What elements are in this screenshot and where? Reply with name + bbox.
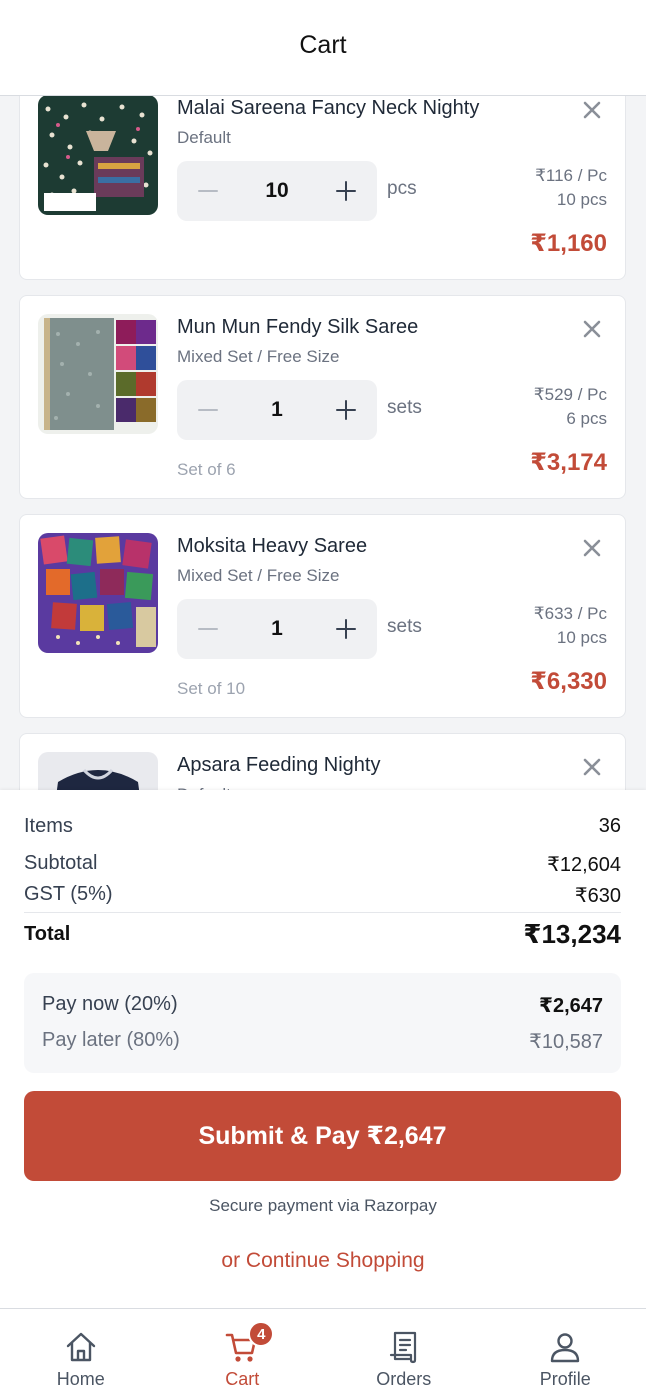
quantity-unit: sets: [387, 616, 422, 637]
nav-home-label: Home: [56, 1369, 105, 1389]
quantity-stepper: 1: [177, 599, 377, 659]
product-thumbnail[interactable]: [38, 314, 158, 434]
increase-button[interactable]: [333, 397, 359, 423]
nav-orders-label: Orders: [376, 1369, 432, 1389]
pay-now-value: ₹2,647: [539, 995, 603, 1017]
set-size-note: Set of 10: [177, 679, 246, 698]
item-variant: Mixed Set / Free Size: [177, 566, 340, 585]
total-value: ₹13,234: [523, 919, 621, 949]
gst-label: GST (5%): [24, 883, 113, 905]
subtotal-label: Subtotal: [24, 852, 98, 874]
nav-profile-label: Profile: [539, 1369, 591, 1389]
subtotal-row: Subtotal ₹12,604: [24, 852, 621, 877]
close-icon: [583, 101, 601, 119]
pay-later-value: ₹10,587: [529, 1031, 603, 1053]
items-count: 36: [598, 815, 621, 837]
increase-button[interactable]: [333, 616, 359, 642]
plus-icon: [336, 400, 356, 420]
page-title: Cart: [299, 31, 347, 59]
remove-item-button[interactable]: [579, 754, 605, 780]
quantity-value: 10: [265, 179, 289, 202]
product-thumbnail[interactable]: [38, 533, 158, 653]
piece-count: 10 pcs: [556, 628, 607, 647]
line-total: ₹1,160: [530, 230, 607, 257]
nav-profile[interactable]: Profile: [485, 1309, 646, 1396]
gst-row: GST (5%) ₹630: [24, 883, 621, 908]
piece-count: 10 pcs: [556, 190, 607, 209]
nav-orders[interactable]: Orders: [323, 1309, 485, 1396]
minus-icon: [198, 409, 218, 411]
cart-item: Apsara Feeding Nighty Default: [19, 733, 626, 790]
cart-count-badge: 4: [248, 1321, 275, 1347]
pay-now-row: Pay now (20%) ₹2,647: [42, 993, 603, 1018]
item-name: Mun Mun Fendy Silk Saree: [177, 316, 419, 338]
item-variant: Mixed Set / Free Size: [177, 347, 340, 366]
minus-icon: [198, 190, 218, 192]
gst-value: ₹630: [574, 885, 621, 907]
receipt-icon: [389, 1331, 416, 1364]
cart-item: Mun Mun Fendy Silk Saree Mixed Set / Fre…: [19, 295, 626, 499]
set-size-note: Set of 6: [177, 460, 236, 479]
total-row: Total ₹13,234: [24, 919, 621, 950]
minus-icon: [198, 628, 218, 630]
secure-payment-note: Secure payment via Razorpay: [209, 1196, 437, 1215]
cart-item: Malai Sareena Fancy Neck Nighty Default …: [19, 96, 626, 280]
items-label: Items: [24, 815, 73, 837]
close-icon: [583, 320, 601, 338]
unit-price: ₹633 / Pc: [533, 604, 607, 623]
item-variant: Default: [177, 128, 231, 147]
item-name: Apsara Feeding Nighty: [177, 754, 381, 776]
remove-item-button[interactable]: [579, 97, 605, 123]
product-thumbnail[interactable]: [38, 96, 158, 215]
line-total: ₹6,330: [530, 668, 607, 695]
piece-count: 6 pcs: [566, 409, 607, 428]
decrease-button[interactable]: [195, 616, 221, 642]
unit-price: ₹529 / Pc: [533, 385, 607, 404]
items-row: Items 36: [24, 815, 621, 838]
item-name: Malai Sareena Fancy Neck Nighty: [177, 97, 480, 119]
line-total: ₹3,174: [530, 449, 607, 476]
product-thumbnail[interactable]: [38, 752, 158, 790]
decrease-button[interactable]: [195, 178, 221, 204]
quantity-value: 1: [271, 398, 283, 421]
increase-button[interactable]: [333, 178, 359, 204]
pay-now-label: Pay now (20%): [42, 993, 178, 1015]
decrease-button[interactable]: [195, 397, 221, 423]
divider: [24, 912, 621, 913]
quantity-value: 1: [271, 617, 283, 640]
quantity-stepper: 10: [177, 161, 377, 221]
quantity-unit: pcs: [387, 178, 417, 199]
pay-later-row: Pay later (80%) ₹10,587: [42, 1029, 603, 1054]
quantity-stepper: 1: [177, 380, 377, 440]
total-label: Total: [24, 923, 71, 945]
user-icon: [551, 1333, 580, 1363]
item-name: Moksita Heavy Saree: [177, 535, 368, 557]
plus-icon: [336, 619, 356, 639]
close-icon: [583, 758, 601, 776]
cart-item: Moksita Heavy Saree Mixed Set / Free Siz…: [19, 514, 626, 718]
subtotal-value: ₹12,604: [547, 854, 621, 876]
nav-cart[interactable]: 4 Cart: [162, 1309, 324, 1396]
remove-item-button[interactable]: [579, 316, 605, 342]
nav-cart-label: Cart: [225, 1369, 260, 1389]
pay-later-label: Pay later (80%): [42, 1029, 180, 1051]
order-summary: Items 36 Subtotal ₹12,604 GST (5%) ₹630 …: [0, 790, 646, 1308]
remove-item-button[interactable]: [579, 535, 605, 561]
continue-shopping-link[interactable]: or Continue Shopping: [0, 1249, 646, 1273]
top-bar: Cart: [0, 0, 646, 96]
payment-split: Pay now (20%) ₹2,647 Pay later (80%) ₹10…: [24, 973, 621, 1073]
plus-icon: [335, 181, 356, 201]
unit-price: ₹116 / Pc: [535, 166, 607, 185]
submit-pay-button[interactable]: Submit & Pay ₹2,647: [24, 1091, 621, 1181]
quantity-unit: sets: [387, 397, 422, 418]
nav-home[interactable]: Home: [0, 1309, 162, 1396]
close-icon: [583, 539, 601, 557]
bottom-nav: Home 4 Cart Orders Profile: [0, 1308, 646, 1396]
cart-list[interactable]: Malai Sareena Fancy Neck Nighty Default …: [0, 96, 646, 790]
home-icon: [66, 1332, 95, 1362]
